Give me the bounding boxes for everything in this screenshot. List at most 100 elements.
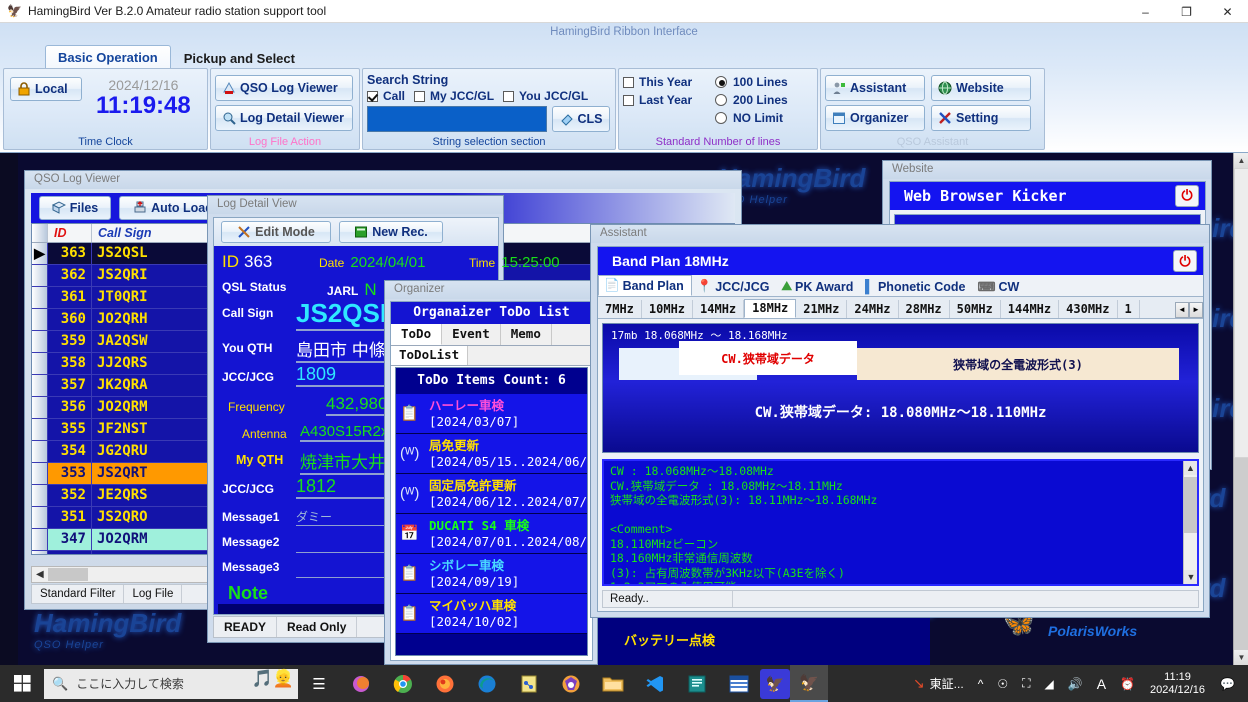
desktop-scrollbar[interactable]: ▲ ▼ xyxy=(1233,153,1248,665)
organizer-button[interactable]: Organizer xyxy=(825,105,925,131)
power-icon[interactable]: ⏻ xyxy=(1173,250,1197,272)
scroll-thumb[interactable] xyxy=(1234,168,1248,458)
clock-icon[interactable]: ⏰ xyxy=(1113,677,1142,691)
detail-you-qth-value[interactable]: 島田市 中條 xyxy=(296,336,386,363)
search-input[interactable] xyxy=(367,106,547,132)
list-item[interactable]: 📅 DUCATI S4 車検[2024/07/01..2024/08/14] xyxy=(396,514,587,554)
band-tab-10mhz[interactable]: 10MHz xyxy=(642,300,694,318)
checkbox-you-jcc[interactable]: You JCC/GL xyxy=(503,89,588,103)
new-rec-button[interactable]: New Rec. xyxy=(339,221,443,243)
detail-scroll-down-icon[interactable]: ▼ xyxy=(1184,570,1197,584)
checkbox-last-year[interactable]: Last Year xyxy=(623,93,715,107)
hamingbird-icon[interactable]: 🦅 xyxy=(790,665,828,702)
tab-todo[interactable]: ToDo xyxy=(391,324,443,345)
minimize-button[interactable]: – xyxy=(1125,0,1166,23)
assistant-button[interactable]: Assistant xyxy=(825,75,925,101)
band-tab-24mhz[interactable]: 24MHz xyxy=(847,300,899,318)
notification-icon[interactable]: 💬 xyxy=(1213,677,1242,691)
log-detail-viewer-button[interactable]: Log Detail Viewer xyxy=(215,105,353,131)
notes-icon[interactable] xyxy=(508,665,550,702)
band-scroll-right-button[interactable]: ► xyxy=(1189,302,1203,318)
volume-icon[interactable]: 🔊 xyxy=(1061,677,1090,691)
checkbox-this-year[interactable]: This Year xyxy=(623,75,715,89)
ime-A-icon[interactable]: A xyxy=(1090,676,1113,692)
tab-cw[interactable]: ⌨ CW xyxy=(972,277,1026,296)
battery-icon[interactable]: ⛶ xyxy=(1015,676,1037,691)
band-tab-18mhz[interactable]: 18MHz xyxy=(744,299,797,318)
row-selector[interactable] xyxy=(32,331,48,352)
chrome-icon[interactable] xyxy=(382,665,424,702)
firefox-icon[interactable] xyxy=(424,665,466,702)
hamingbird-blue-icon[interactable]: 🦅 xyxy=(760,668,790,699)
detail-scroll-thumb[interactable] xyxy=(1184,477,1197,533)
vscode-icon[interactable] xyxy=(634,665,676,702)
windows-icon[interactable] xyxy=(0,665,44,702)
detail-callsign-value[interactable]: JS2QSL xyxy=(296,298,396,331)
column-header-id[interactable]: ID xyxy=(48,224,92,242)
row-selector[interactable] xyxy=(32,287,48,308)
detail-frequency-value[interactable]: 432,980. xyxy=(326,394,393,416)
band-tab-430mhz[interactable]: 430MHz xyxy=(1059,300,1118,318)
tab-band-plan[interactable]: 📄 Band Plan xyxy=(598,275,692,296)
row-selector[interactable] xyxy=(32,309,48,330)
tab-event[interactable]: Event xyxy=(442,324,501,345)
band-tab-50mhz[interactable]: 50MHz xyxy=(950,300,1001,318)
assistant-window[interactable]: Assistant Band Plan 18MHz ⏻ 📄 Band Plan … xyxy=(590,224,1210,618)
list-item[interactable]: (ᵂ) 局免更新[2024/05/15..2024/06/12] xyxy=(396,434,587,474)
checkbox-my-jcc[interactable]: My JCC/GL xyxy=(414,89,494,103)
radio-200-lines[interactable]: 200 Lines xyxy=(715,93,788,107)
setting-button[interactable]: Setting xyxy=(931,105,1031,131)
website-button[interactable]: Website xyxy=(931,75,1031,101)
row-selector[interactable] xyxy=(32,375,48,396)
band-scroll-left-button[interactable]: ◄ xyxy=(1175,302,1189,318)
todo-list[interactable]: ToDo Items Count: 6 📋 ハーレー車検 [2024/03/07] (… xyxy=(395,367,588,656)
row-selector[interactable] xyxy=(32,463,48,484)
stock-ticker[interactable]: ↘ 東証... xyxy=(906,675,971,692)
brave-icon[interactable] xyxy=(550,665,592,702)
local-button[interactable]: Local xyxy=(10,77,82,101)
search-input[interactable]: 🔍 ここに入力して検索 🎵👱 xyxy=(44,668,298,699)
list-item[interactable]: (ᵂ) 固定局免許更新[2024/06/12..2024/07/31] xyxy=(396,474,587,514)
power-icon[interactable]: ⏻ xyxy=(1175,185,1199,207)
row-selector[interactable] xyxy=(32,507,48,528)
editor-icon[interactable] xyxy=(676,665,718,702)
scroll-up-button[interactable]: ▲ xyxy=(1234,153,1248,168)
row-selector[interactable] xyxy=(32,353,48,374)
detail-scroll-up-icon[interactable]: ▲ xyxy=(1184,461,1197,475)
cls-button[interactable]: CLS xyxy=(552,106,610,132)
qso-log-viewer-button[interactable]: QSO Log Viewer xyxy=(215,75,353,101)
row-selector[interactable] xyxy=(32,419,48,440)
column-header-callsign[interactable]: Call Sign xyxy=(92,224,216,242)
band-tab-144mhz[interactable]: 144MHz xyxy=(1001,300,1060,318)
edit-mode-button[interactable]: Edit Mode xyxy=(221,221,331,243)
row-selector[interactable]: ▶ xyxy=(32,243,48,264)
row-selector[interactable] xyxy=(32,397,48,418)
chevron-up-icon[interactable]: ^ xyxy=(971,677,991,691)
checkbox-call[interactable]: Call xyxy=(367,89,405,103)
camera-icon[interactable]: ☉ xyxy=(990,677,1015,691)
explorer-icon[interactable] xyxy=(592,665,634,702)
row-selector[interactable] xyxy=(32,265,48,286)
edge-icon[interactable] xyxy=(466,665,508,702)
radio-100-lines[interactable]: 100 Lines xyxy=(715,75,788,89)
list-item[interactable]: 📋 シボレー車検 [2024/09/19] xyxy=(396,554,587,594)
tab-pk-award[interactable]: ⛰ PK Award xyxy=(776,277,860,296)
files-button[interactable]: Files xyxy=(39,196,111,220)
maximize-button[interactable]: ❐ xyxy=(1166,0,1207,23)
band-tab-28mhz[interactable]: 28MHz xyxy=(899,300,950,318)
wifi-icon[interactable]: ◢ xyxy=(1038,677,1061,691)
row-selector[interactable] xyxy=(32,551,48,554)
band-plan-detail-text[interactable]: CW : 18.068MHz〜18.08MHz CW.狭帯域データ : 18.0… xyxy=(602,459,1199,586)
list-item[interactable]: 📋 マイバッハ車検 [2024/10/02] xyxy=(396,594,587,634)
subtab-todolist[interactable]: ToDoList xyxy=(391,346,469,365)
tab-jcc-jcg[interactable]: 📍 JCC/JCG xyxy=(692,277,777,296)
organizer-window[interactable]: Organizer Organaizer ToDo List ToDo Even… xyxy=(384,280,598,665)
band-tab-1[interactable]: 1 xyxy=(1118,300,1140,318)
list-item[interactable]: 📋 ハーレー車検 [2024/03/07] xyxy=(396,394,587,434)
detail-antenna-value[interactable]: A430S15R2x xyxy=(300,423,389,442)
detail-text-scrollbar[interactable]: ▲ ▼ xyxy=(1183,461,1197,584)
tab-phonetic-code[interactable]: ▍ Phonetic Code xyxy=(860,277,972,296)
band-tab-14mhz[interactable]: 14MHz xyxy=(693,300,745,318)
spreadsheet-icon[interactable] xyxy=(718,665,760,702)
row-selector[interactable] xyxy=(32,441,48,462)
